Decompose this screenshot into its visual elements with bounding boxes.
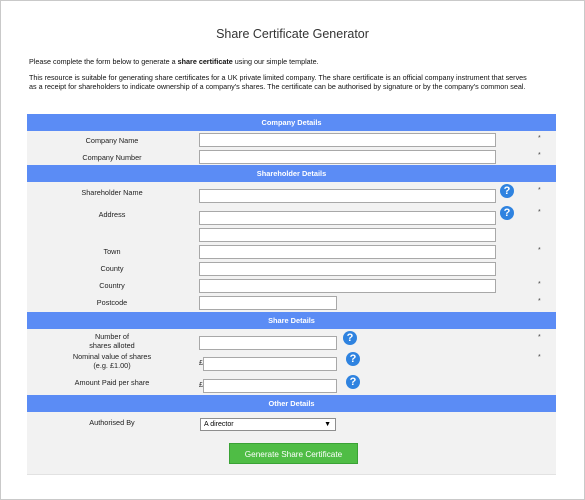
county-input[interactable] (199, 262, 496, 276)
amount-paid-input[interactable] (203, 379, 337, 393)
postcode-input[interactable] (199, 296, 337, 310)
nominal-value-input[interactable] (203, 357, 337, 371)
help-circle-icon[interactable]: ? (346, 352, 360, 366)
authorised-by-label: Authorised By (89, 418, 135, 427)
nominal-value-label-line2: (e.g. £1.00) (93, 361, 131, 370)
page-title: Share Certificate Generator (216, 27, 369, 41)
authorised-by-select[interactable]: A director ▼ (200, 418, 336, 431)
section-company-details: Company Details (27, 114, 556, 131)
nominal-value-label: Nominal value of shares (e.g. £1.00) (37, 352, 187, 370)
postcode-label: Postcode (96, 298, 128, 307)
shareholder-name-label: Shareholder Name (81, 188, 143, 197)
required-marker: * (538, 281, 541, 288)
town-label: Town (103, 247, 121, 256)
address-label: Address (98, 210, 126, 219)
shares-allotted-label-line2: shares alloted (89, 341, 135, 350)
shares-allotted-label: Number of shares alloted (37, 332, 187, 350)
authorised-by-value: A director (204, 421, 234, 428)
required-marker: * (538, 298, 541, 305)
help-circle-icon[interactable]: ? (500, 206, 514, 220)
description-line-1: This resource is suitable for generating… (29, 73, 527, 82)
help-circle-icon[interactable]: ? (346, 375, 360, 389)
town-input[interactable] (199, 245, 496, 259)
address-line2-input[interactable] (199, 228, 496, 242)
nominal-value-label-line1: Nominal value of shares (72, 352, 152, 361)
company-name-input[interactable] (199, 133, 496, 147)
generate-certificate-button[interactable]: Generate Share Certificate (229, 443, 358, 464)
country-input[interactable] (199, 279, 496, 293)
description-text: This resource is suitable for generating… (29, 73, 559, 92)
intro-prefix: Please complete the form below to genera… (29, 57, 178, 66)
section-shareholder-details: Shareholder Details (27, 165, 556, 182)
intro-bold: share certificate (177, 57, 233, 66)
shareholder-name-input[interactable] (199, 189, 496, 203)
required-marker: * (538, 187, 541, 194)
section-share-details: Share Details (27, 312, 556, 329)
company-number-input[interactable] (199, 150, 496, 164)
required-marker: * (538, 354, 541, 361)
company-name-label: Company Name (85, 136, 139, 145)
shares-allotted-label-line1: Number of (94, 332, 130, 341)
shares-allotted-input[interactable] (199, 336, 337, 350)
address-line1-input[interactable] (199, 211, 496, 225)
help-circle-icon[interactable]: ? (343, 331, 357, 345)
county-label: County (100, 264, 124, 273)
required-marker: * (538, 135, 541, 142)
required-marker: * (538, 247, 541, 254)
chevron-down-icon: ▼ (324, 421, 331, 428)
required-marker: * (538, 152, 541, 159)
amount-paid-label: Amount Paid per share (74, 378, 150, 387)
required-marker: * (538, 334, 541, 341)
company-number-label: Company Number (82, 153, 142, 162)
help-circle-icon[interactable]: ? (500, 184, 514, 198)
section-other-details: Other Details (27, 395, 556, 412)
intro-suffix: using our simple template. (232, 57, 319, 66)
required-marker: * (538, 209, 541, 216)
intro-text: Please complete the form below to genera… (29, 57, 559, 66)
country-label: Country (99, 281, 125, 290)
description-line-2: as a receipt for shareholders to indicat… (29, 82, 526, 92)
